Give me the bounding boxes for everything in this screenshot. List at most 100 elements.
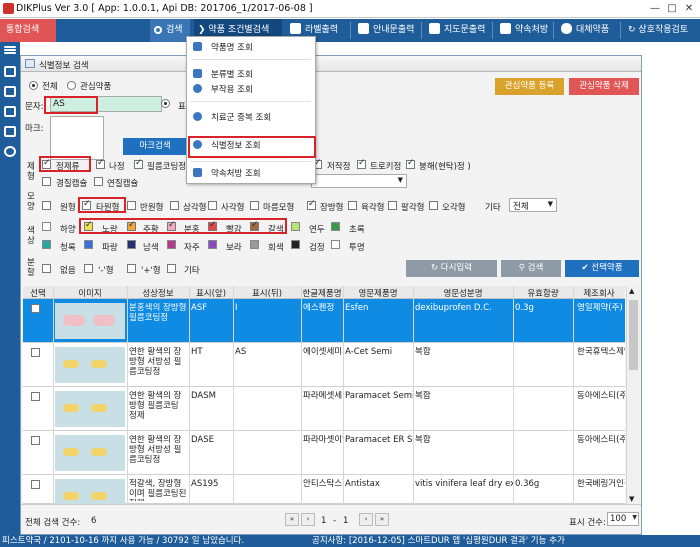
reinput-button[interactable]: ↻ 다시입력	[406, 260, 497, 277]
mark-image-box[interactable]	[50, 116, 104, 160]
row-select-checkbox[interactable]	[31, 304, 40, 313]
dialog-search-button[interactable]: ⚲ 검색	[501, 260, 561, 277]
grid-scrollbar[interactable]: ▲ ▼	[626, 286, 640, 504]
color-white-swatch[interactable]	[42, 222, 51, 231]
substitute-drug-button[interactable]: 대체약품	[557, 19, 617, 42]
minimize-button[interactable]: —	[648, 2, 662, 15]
col-maker[interactable]: 제조회사	[573, 287, 625, 299]
form-dispersible-checkbox[interactable]	[406, 158, 415, 169]
maximize-button[interactable]: □	[665, 2, 679, 15]
row-select-checkbox[interactable]	[31, 480, 40, 489]
scroll-thumb[interactable]	[629, 300, 638, 370]
row-select-checkbox[interactable]	[31, 436, 40, 445]
drug-prescription-button[interactable]: 약속처방	[496, 19, 550, 42]
note-icon[interactable]	[4, 126, 16, 137]
highlight-box	[39, 156, 91, 172]
first-page-button[interactable]: «	[285, 513, 299, 526]
interest-delete-button[interactable]: 관심약품 삭제	[569, 78, 639, 95]
table-row[interactable]: 연한 황색의 장방형 서방성 필름코팅정 HT AS 에이셋세미서방정A-Cet Se…	[23, 343, 625, 387]
row-select-checkbox[interactable]	[31, 392, 40, 401]
color-black-swatch[interactable]	[291, 240, 300, 249]
col-front[interactable]: 표시(앞)	[189, 287, 233, 299]
interest-register-button[interactable]: 관심약품 등록	[495, 78, 564, 95]
integrated-search-button[interactable]: 통합검색	[0, 19, 56, 42]
table-row[interactable]: 연한 황색의 장방형 필름코팅 정제 DASM 파라메셋세미정Paramacet S…	[23, 387, 625, 431]
menu-item-side-effect[interactable]: 부작용 조회	[193, 83, 253, 97]
col-eng-name[interactable]: 영문제품명	[343, 287, 413, 299]
select-drug-button[interactable]: ✔ 선택약품	[565, 260, 639, 277]
menu-item-prescription[interactable]: 약속처방 조회	[193, 167, 261, 181]
gear-icon[interactable]	[4, 146, 16, 157]
shape-half-checkbox[interactable]	[127, 201, 136, 210]
shape-oblong-checkbox[interactable]	[307, 199, 316, 210]
split-minus-checkbox[interactable]	[84, 264, 93, 273]
color-blue-swatch[interactable]	[84, 240, 93, 249]
color-magenta-swatch[interactable]	[167, 240, 176, 249]
color-navy-swatch[interactable]	[127, 240, 136, 249]
form-troche-checkbox[interactable]	[357, 158, 366, 169]
menu-item-therapeutic-duplicate[interactable]: 치료군 중복 조회	[193, 111, 271, 125]
form-plain-checkbox[interactable]	[96, 158, 105, 169]
row-ingredient: dexibuprofen D.C.	[415, 303, 492, 313]
row-description: 연한 황색의 장방형 필름코팅 정제	[129, 391, 182, 421]
scope-interest-radio[interactable]	[67, 81, 76, 90]
col-description[interactable]: 성상정보	[127, 287, 189, 299]
col-ingredient[interactable]: 영문성분명	[413, 287, 513, 299]
table-row[interactable]: 분홍색의 장방형 필름코팅정 ASF I 에스펜정 Esfen dexibuprofen …	[23, 299, 625, 343]
shape-round-checkbox[interactable]	[42, 201, 51, 210]
search-button[interactable]: 검색	[150, 19, 190, 42]
color-green-swatch[interactable]	[331, 222, 340, 231]
scroll-down-icon[interactable]: ▼	[629, 495, 634, 503]
scope-all-radio[interactable]	[29, 81, 38, 90]
row-select-checkbox[interactable]	[31, 348, 40, 357]
col-amount[interactable]: 유효함량	[513, 287, 573, 299]
instruction-print-button[interactable]: 지도문출력	[425, 19, 489, 42]
form-film-checkbox[interactable]	[134, 158, 143, 169]
menu-item-drug-name[interactable]: 약품명 조회	[193, 41, 253, 55]
mark-search-button[interactable]: 마크검색	[123, 138, 187, 155]
total-count-label: 전체 검색 건수:	[25, 518, 81, 528]
shape-triangle-checkbox[interactable]	[170, 201, 179, 210]
last-page-button[interactable]: »	[375, 513, 389, 526]
color-clear-swatch[interactable]	[331, 240, 340, 249]
document-icon[interactable]	[4, 86, 16, 97]
form-select[interactable]: ▼	[311, 174, 407, 188]
color-teal-swatch[interactable]	[42, 240, 51, 249]
display-count-select[interactable]: 100 ▼	[607, 512, 639, 526]
shape-octagon-checkbox[interactable]	[388, 201, 397, 210]
menu-item-label: 약품명 조회	[211, 43, 253, 53]
color-lightgreen-swatch[interactable]	[291, 222, 300, 231]
scroll-up-icon[interactable]: ▲	[629, 287, 634, 295]
shape-hexagon-checkbox[interactable]	[348, 201, 357, 210]
list-icon[interactable]	[4, 106, 16, 117]
split-plus-checkbox[interactable]	[127, 264, 136, 273]
color-purple-swatch[interactable]	[208, 240, 217, 249]
col-select[interactable]: 선택	[23, 287, 53, 299]
next-page-button[interactable]: ›	[359, 513, 373, 526]
split-other-checkbox[interactable]	[167, 264, 176, 273]
col-image[interactable]: 이미지	[53, 287, 127, 299]
home-icon[interactable]	[4, 66, 16, 77]
color-green-label: 초록	[349, 225, 365, 235]
shape-select[interactable]: 전체 ▼	[509, 198, 557, 212]
prev-page-button[interactable]: ‹	[301, 513, 315, 526]
table-row[interactable]: 연한 황색의 장방형 서방성 필름코팅정 DASE 파라마셋이알세미Paramace…	[23, 431, 625, 475]
color-gray-swatch[interactable]	[250, 240, 259, 249]
menu-item-category[interactable]: 분류별 조회	[193, 68, 253, 82]
toolbar-divider	[421, 22, 422, 39]
interaction-check-button[interactable]: ↻ 상호작용검토	[624, 19, 700, 42]
guide-print-button[interactable]: 안내문출력	[354, 19, 418, 42]
color-black-label: 검정	[309, 243, 325, 253]
shape-rhombus-checkbox[interactable]	[250, 201, 259, 210]
front-radio[interactable]	[161, 99, 170, 108]
form-hard-capsule-checkbox[interactable]	[42, 177, 51, 186]
close-button[interactable]: ✕	[682, 2, 696, 15]
shape-pentagon-checkbox[interactable]	[429, 201, 438, 210]
table-row[interactable]: 적갈색, 장방형이며 필름코팅된 정제 AS195 안티스탁스정360nAntist…	[23, 475, 625, 515]
shape-square-checkbox[interactable]	[208, 201, 217, 210]
menu-icon[interactable]	[4, 46, 16, 48]
form-soft-capsule-checkbox[interactable]	[94, 177, 103, 186]
col-back[interactable]: 표시(뒤)	[233, 287, 301, 299]
col-kor-name[interactable]: 한글제품명	[301, 287, 343, 299]
split-none-checkbox[interactable]	[42, 264, 51, 273]
